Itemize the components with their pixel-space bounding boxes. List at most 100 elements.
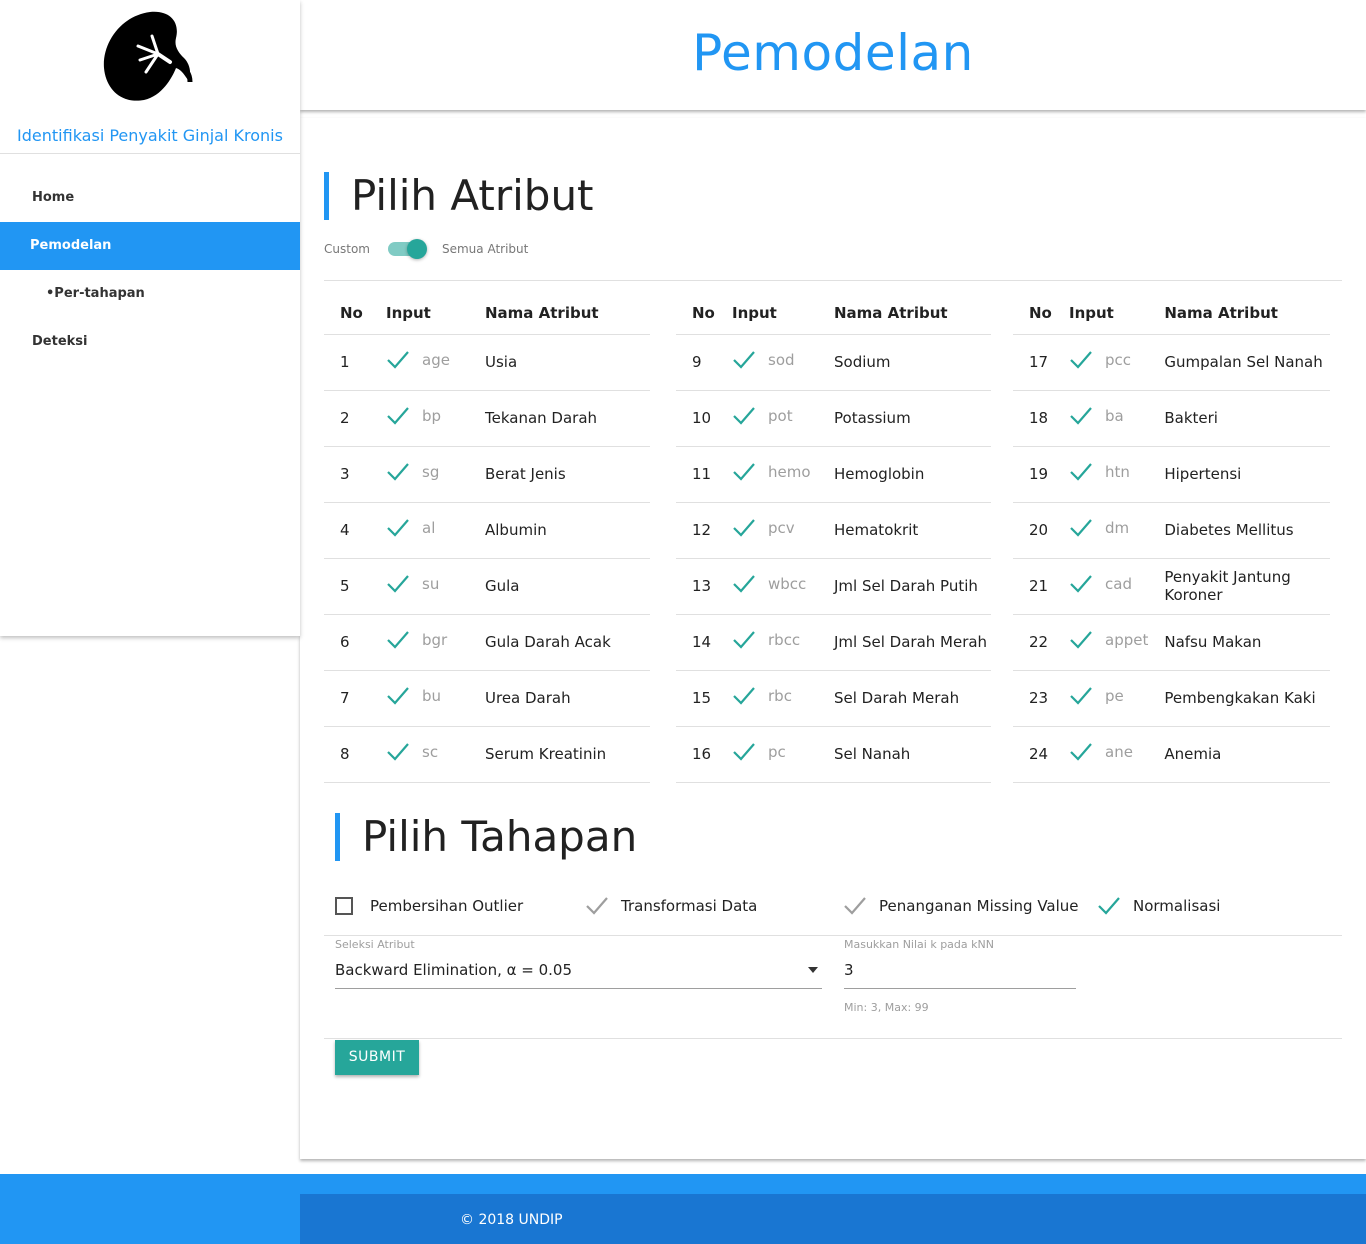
attr-input[interactable]: rbcc	[716, 614, 818, 671]
table-row: 21 cad Penyakit Jantung Koroner	[1013, 558, 1330, 615]
checkmark-icon[interactable]	[732, 350, 756, 370]
checkmark-icon[interactable]	[732, 574, 756, 594]
attr-name: Albumin	[469, 502, 650, 559]
sidebar-item-deteksi[interactable]: Deteksi	[0, 318, 300, 366]
attr-input[interactable]: pe	[1053, 670, 1149, 727]
checkmark-icon[interactable]	[732, 406, 756, 426]
attr-input[interactable]: htn	[1053, 446, 1149, 503]
checkmark-icon[interactable]	[732, 518, 756, 538]
attr-name: Sel Nanah	[818, 726, 991, 783]
attr-code: pc	[768, 743, 786, 761]
attr-no: 5	[324, 558, 370, 615]
attr-input[interactable]: sc	[370, 726, 469, 783]
attr-input[interactable]: al	[370, 502, 469, 559]
checkmark-icon[interactable]	[1069, 630, 1093, 650]
attr-input[interactable]: ane	[1053, 726, 1149, 783]
attr-input[interactable]: bu	[370, 670, 469, 727]
attr-name: Gula	[469, 558, 650, 615]
footer-copyright: © 2018 UNDIP	[300, 1194, 1366, 1244]
checkmark-icon[interactable]	[1069, 406, 1093, 426]
checkmark-icon[interactable]	[386, 350, 410, 370]
attr-input[interactable]: pot	[716, 390, 818, 447]
checkmark-icon[interactable]	[585, 896, 609, 916]
checkmark-icon[interactable]	[732, 462, 756, 482]
attr-no: 17	[1013, 334, 1053, 391]
sidebar: Identifikasi Penyakit Ginjal Kronis Home…	[0, 0, 300, 636]
divider	[324, 1038, 1342, 1039]
attr-input[interactable]: wbcc	[716, 558, 818, 615]
col-header-name: Nama Atribut	[818, 293, 991, 335]
attr-name: Hematokrit	[818, 502, 991, 559]
section-title-stages: Pilih Tahapan	[335, 813, 637, 861]
attr-code: sod	[768, 351, 795, 369]
checkmark-icon[interactable]	[843, 896, 867, 916]
submit-button[interactable]: SUBMIT	[335, 1040, 419, 1075]
checkmark-icon[interactable]	[1097, 896, 1121, 916]
attr-input[interactable]: sod	[716, 334, 818, 391]
select-value: Backward Elimination, α = 0.05	[335, 961, 573, 979]
attr-name: Bakteri	[1148, 390, 1330, 447]
attr-input[interactable]: bgr	[370, 614, 469, 671]
select-label: Seleksi Atribut	[335, 938, 415, 951]
attr-input[interactable]: dm	[1053, 502, 1149, 559]
attr-input[interactable]: cad	[1053, 558, 1149, 615]
feature-selection-select[interactable]: Backward Elimination, α = 0.05	[335, 961, 822, 989]
attr-input[interactable]: rbc	[716, 670, 818, 727]
knn-helper: Min: 3, Max: 99	[844, 1001, 929, 1014]
checkmark-icon[interactable]	[1069, 574, 1093, 594]
attr-code: dm	[1105, 519, 1130, 537]
checkmark-icon[interactable]	[732, 686, 756, 706]
attr-code: ba	[1105, 407, 1124, 425]
attr-name: Hemoglobin	[818, 446, 991, 503]
caret-down-icon[interactable]	[808, 967, 818, 973]
sidebar-nav: Home Pemodelan •Per-tahapan Deteksi	[0, 154, 300, 366]
table-row: 11 hemo Hemoglobin	[676, 446, 991, 503]
attr-input[interactable]: ba	[1053, 390, 1149, 447]
checkmark-icon[interactable]	[1069, 350, 1093, 370]
stage-label: Penanganan Missing Value	[879, 897, 1079, 915]
checkmark-icon[interactable]	[1069, 462, 1093, 482]
attr-no: 14	[676, 614, 716, 671]
attr-code: su	[422, 575, 440, 593]
stage-option-outlier[interactable]: Pembersihan Outlier	[335, 896, 588, 916]
checkmark-icon[interactable]	[732, 630, 756, 650]
sidebar-item-per-tahapan[interactable]: •Per-tahapan	[0, 270, 300, 318]
switch-knob[interactable]	[406, 239, 427, 259]
checkmark-icon[interactable]	[386, 574, 410, 594]
checkmark-icon[interactable]	[1069, 742, 1093, 762]
checkmark-icon[interactable]	[1069, 518, 1093, 538]
attr-input[interactable]: hemo	[716, 446, 818, 503]
checkmark-icon[interactable]	[386, 518, 410, 538]
attr-input[interactable]: pcc	[1053, 334, 1149, 391]
attr-code: al	[422, 519, 436, 537]
attr-code: rbc	[768, 687, 792, 705]
sidebar-item-pemodelan[interactable]: Pemodelan	[0, 222, 300, 270]
feature-selection-field: Seleksi Atribut Backward Elimination, α …	[335, 938, 822, 989]
attr-input[interactable]: su	[370, 558, 469, 615]
table-row: 6 bgr Gula Darah Acak	[324, 614, 650, 671]
attribute-mode-switch[interactable]	[387, 239, 427, 259]
stage-option-missing[interactable]: Penanganan Missing Value	[843, 896, 1097, 916]
attr-input[interactable]: bp	[370, 390, 469, 447]
attr-input[interactable]: age	[370, 334, 469, 391]
attr-code: cad	[1105, 575, 1132, 593]
attr-no: 24	[1013, 726, 1053, 783]
checkmark-icon[interactable]	[386, 462, 410, 482]
checkmark-icon[interactable]	[1069, 686, 1093, 706]
attribute-table-3: No Input Nama Atribut 17 pcc Gumpalan Sel …	[1013, 293, 1330, 783]
checkmark-icon[interactable]	[732, 742, 756, 762]
attr-input[interactable]: sg	[370, 446, 469, 503]
checkmark-icon[interactable]	[386, 406, 410, 426]
attr-input[interactable]: appet	[1053, 614, 1149, 671]
unchecked-box-icon[interactable]	[335, 897, 353, 915]
attr-input[interactable]: pc	[716, 726, 818, 783]
table-row: 19 htn Hipertensi	[1013, 446, 1330, 503]
sidebar-item-home[interactable]: Home	[0, 174, 300, 222]
checkmark-icon[interactable]	[386, 630, 410, 650]
stage-option-normalize[interactable]: Normalisasi	[1097, 896, 1220, 916]
checkmark-icon[interactable]	[386, 686, 410, 706]
checkmark-icon[interactable]	[386, 742, 410, 762]
stage-option-transform[interactable]: Transformasi Data	[585, 896, 843, 916]
knn-input[interactable]: 3	[844, 961, 1076, 989]
attr-input[interactable]: pcv	[716, 502, 818, 559]
